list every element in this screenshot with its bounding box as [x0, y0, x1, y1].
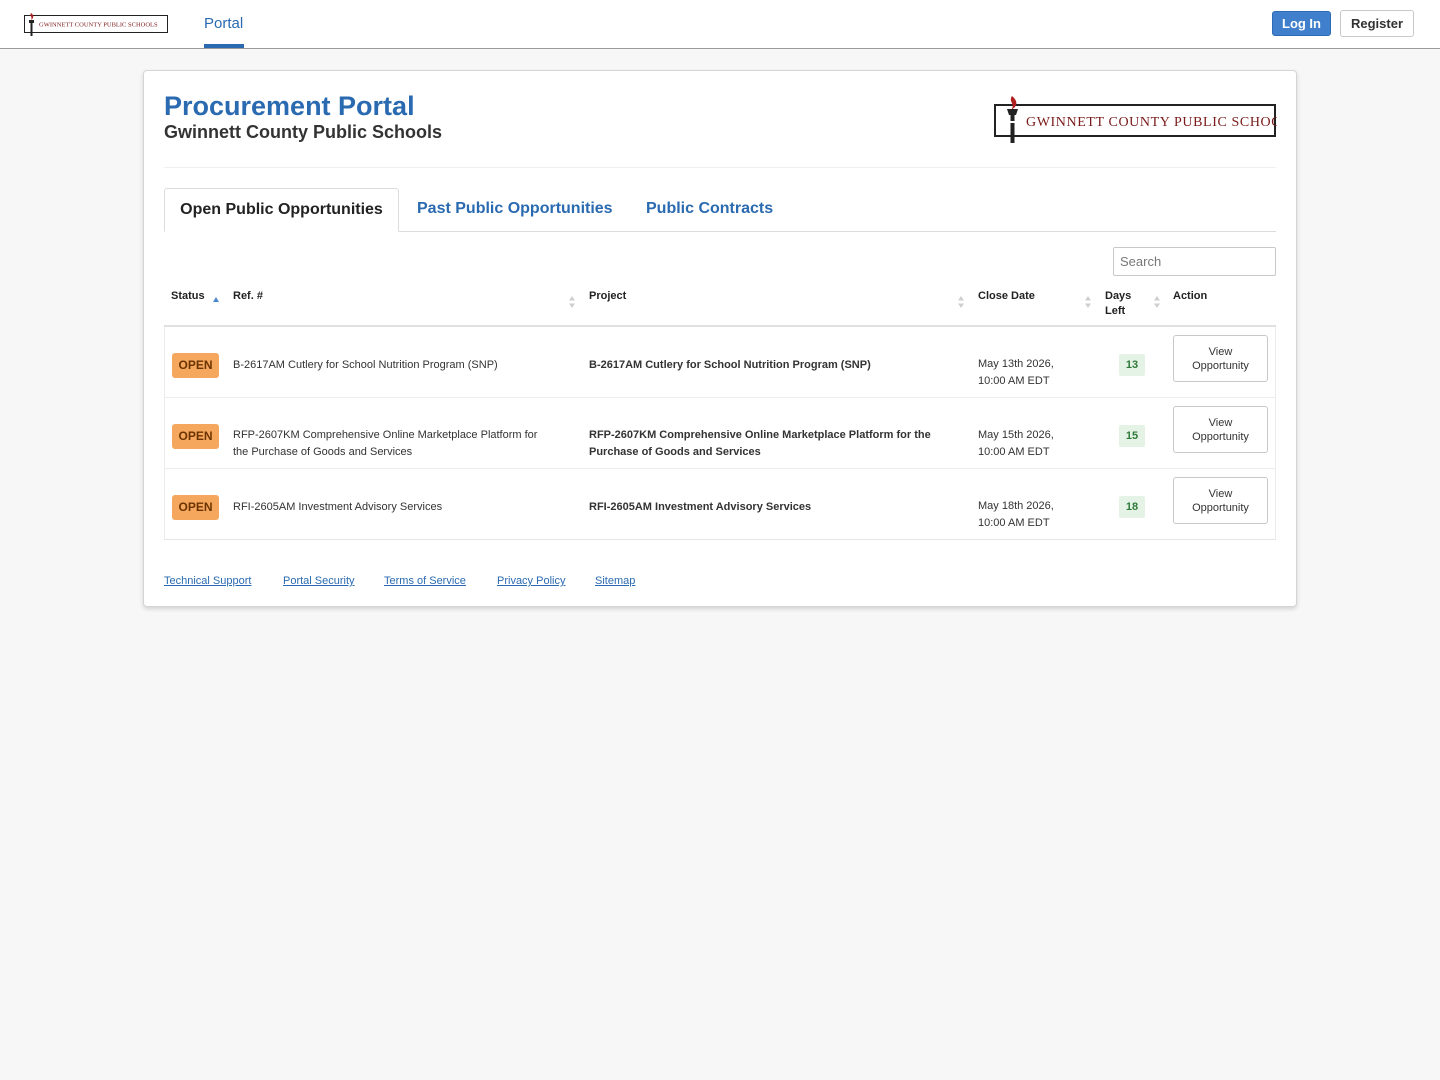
close-date-line2: 10:00 AM EDT — [978, 446, 1050, 458]
header-divider — [164, 167, 1276, 168]
view-button-label-line1: View — [1208, 488, 1233, 500]
days-left-badge: 15 — [1119, 425, 1145, 447]
nav-tab-active-indicator — [204, 44, 244, 48]
column-header-status[interactable]: Status — [171, 289, 205, 304]
column-header-ref[interactable]: Ref. # — [233, 289, 263, 304]
project-cell: RFP-2607KM Comprehensive Online Marketpl… — [589, 427, 969, 461]
view-opportunity-button[interactable]: View Opportunity — [1173, 406, 1268, 453]
top-nav: GWINNETT COUNTY PUBLIC SCHOOLS Portal Lo… — [0, 0, 1440, 49]
ref-cell: RFP-2607KM Comprehensive Online Marketpl… — [233, 427, 578, 461]
nav-logo-text: GWINNETT COUNTY PUBLIC SCHOOLS — [39, 22, 158, 29]
close-date-cell: May 18th 2026, 10:00 AM EDT — [978, 498, 1098, 532]
days-left-label-line2: Left — [1105, 305, 1126, 317]
project-text: RFI-2605AM Investment Advisory Services — [589, 501, 812, 513]
footer-link-privacy-policy[interactable]: Privacy Policy — [497, 575, 565, 587]
view-button-label-line1: View — [1208, 346, 1233, 358]
page-subtitle: Gwinnett County Public Schools — [164, 122, 443, 142]
view-button-label-line2: Opportunity — [1192, 502, 1249, 514]
ref-text: RFI-2605AM Investment Advisory Services — [233, 501, 443, 513]
ref-text-line1: RFP-2607KM Comprehensive Online Marketpl… — [233, 429, 538, 441]
sort-icon[interactable] — [568, 295, 576, 309]
days-left-badge: 18 — [1119, 496, 1145, 518]
view-button-label-line2: Opportunity — [1192, 431, 1249, 443]
table-row: OPEN RFP-2607KM Comprehensive Online Mar… — [165, 398, 1275, 469]
project-text-line1: RFP-2607KM Comprehensive Online Marketpl… — [589, 429, 931, 441]
footer-link-sitemap[interactable]: Sitemap — [595, 575, 635, 587]
table-row: OPEN B-2617AM Cutlery for School Nutriti… — [165, 327, 1275, 398]
page-title: Procurement Portal — [164, 91, 415, 121]
close-date-line1: May 13th 2026, — [978, 358, 1054, 370]
tab-open-public-opportunities[interactable]: Open Public Opportunities — [164, 188, 399, 232]
close-date-line2: 10:00 AM EDT — [978, 517, 1050, 529]
sort-icon[interactable] — [1153, 295, 1161, 309]
sort-icon[interactable] — [957, 295, 965, 309]
project-cell: B-2617AM Cutlery for School Nutrition Pr… — [589, 357, 969, 374]
project-text: B-2617AM Cutlery for School Nutrition Pr… — [589, 359, 871, 371]
close-date-cell: May 13th 2026, 10:00 AM EDT — [978, 356, 1098, 390]
nav-tab-portal[interactable]: Portal — [204, 0, 243, 48]
ref-cell: B-2617AM Cutlery for School Nutrition Pr… — [233, 357, 578, 374]
days-left-label-line1: Days — [1105, 290, 1132, 302]
status-badge: OPEN — [172, 353, 219, 378]
footer-link-terms-of-service[interactable]: Terms of Service — [384, 575, 466, 587]
tab-public-contracts[interactable]: Public Contracts — [646, 188, 773, 232]
status-badge: OPEN — [172, 424, 219, 449]
gcps-logo[interactable]: GWINNETT COUNTY PUBLIC SCHOOLS — [24, 11, 168, 37]
status-badge: OPEN — [172, 495, 219, 520]
search-input[interactable] — [1113, 247, 1276, 276]
login-button[interactable]: Log In — [1272, 11, 1331, 36]
main-card: Procurement Portal Gwinnett County Publi… — [143, 70, 1297, 607]
footer-link-portal-security[interactable]: Portal Security — [283, 575, 355, 587]
close-date-line1: May 18th 2026, — [978, 500, 1054, 512]
table-header: Status Ref. # Project Close Date Days Le… — [164, 281, 1276, 327]
view-opportunity-button[interactable]: View Opportunity — [1173, 477, 1268, 524]
column-header-action: Action — [1173, 290, 1208, 302]
ref-text-line2: the Purchase of Goods and Services — [233, 446, 413, 458]
header-logo-text: GWINNETT COUNTY PUBLIC SCHOOLS — [1026, 115, 1277, 130]
view-opportunity-button[interactable]: View Opportunity — [1173, 335, 1268, 382]
register-button[interactable]: Register — [1340, 10, 1414, 37]
tab-past-public-opportunities[interactable]: Past Public Opportunities — [417, 188, 613, 232]
footer-link-technical-support[interactable]: Technical Support — [164, 575, 251, 587]
view-button-label-line2: Opportunity — [1192, 360, 1249, 372]
ref-cell: RFI-2605AM Investment Advisory Services — [233, 499, 578, 516]
column-header-project[interactable]: Project — [589, 289, 626, 304]
sort-icon[interactable] — [1084, 295, 1092, 309]
column-header-days-left[interactable]: Days Left — [1105, 289, 1131, 319]
gcps-header-logo: GWINNETT COUNTY PUBLIC SCHOOLS — [994, 96, 1277, 143]
view-button-label-line1: View — [1208, 417, 1233, 429]
table-body: OPEN B-2617AM Cutlery for School Nutriti… — [164, 327, 1276, 540]
close-date-line2: 10:00 AM EDT — [978, 375, 1050, 387]
project-cell: RFI-2605AM Investment Advisory Services — [589, 499, 969, 516]
sort-asc-icon[interactable] — [212, 293, 220, 307]
close-date-line1: May 15th 2026, — [978, 429, 1054, 441]
column-header-close-date[interactable]: Close Date — [978, 289, 1035, 304]
project-text-line2: Purchase of Goods and Services — [589, 446, 761, 458]
table-row: OPEN RFI-2605AM Investment Advisory Serv… — [165, 469, 1275, 540]
days-left-badge: 13 — [1119, 354, 1145, 376]
close-date-cell: May 15th 2026, 10:00 AM EDT — [978, 427, 1098, 461]
ref-text: B-2617AM Cutlery for School Nutrition Pr… — [233, 359, 498, 371]
